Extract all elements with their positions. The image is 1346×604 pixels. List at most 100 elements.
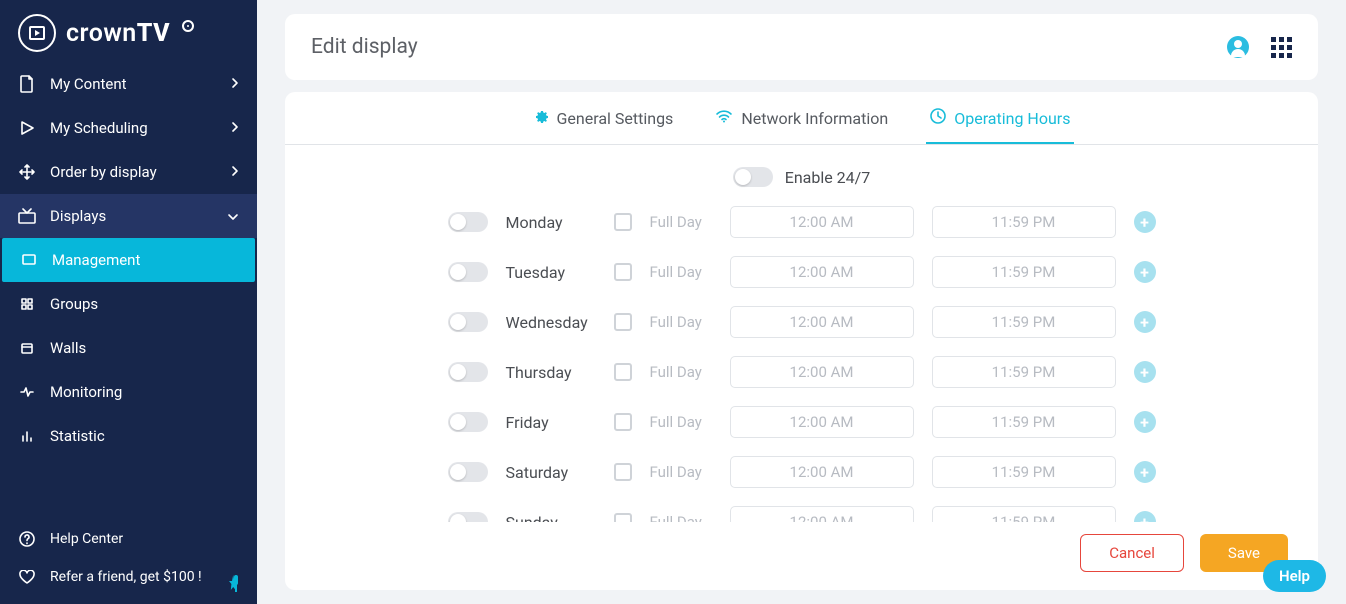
brand-logo[interactable]: crownTV <box>0 0 257 62</box>
add-time-range-button[interactable]: + <box>1134 361 1156 383</box>
enable-247-row: Enable 24/7 <box>285 157 1318 197</box>
logo-icon <box>18 14 56 52</box>
add-time-range-button[interactable]: + <box>1134 211 1156 233</box>
edit-display-panel: General Settings Network Information Ope… <box>285 92 1318 590</box>
fullday-checkbox[interactable] <box>614 513 632 522</box>
end-time-input[interactable] <box>932 206 1116 238</box>
document-icon <box>18 75 36 93</box>
end-time-input[interactable] <box>932 456 1116 488</box>
start-time-input[interactable] <box>730 356 914 388</box>
sidebar-footer: Help Center Refer a friend, get $100 ! <box>0 514 257 604</box>
day-row: SundayFull Day+ <box>285 497 1318 522</box>
tab-network-information[interactable]: Network Information <box>711 92 892 144</box>
start-time-input[interactable] <box>730 206 914 238</box>
page-title: Edit display <box>311 35 418 59</box>
add-time-range-button[interactable]: + <box>1134 411 1156 433</box>
day-enable-toggle[interactable] <box>448 412 488 432</box>
footer-label: Help Center <box>50 531 123 547</box>
play-icon <box>18 120 36 136</box>
start-time-input[interactable] <box>730 406 914 438</box>
refer-friend-link[interactable]: Refer a friend, get $100 ! <box>0 558 257 596</box>
chevron-down-icon <box>227 207 239 225</box>
day-enable-toggle[interactable] <box>448 212 488 232</box>
start-time-input[interactable] <box>730 506 914 522</box>
user-avatar-icon[interactable] <box>1227 36 1249 58</box>
start-time-input[interactable] <box>730 306 914 338</box>
day-name: Tuesday <box>506 263 596 282</box>
end-time-input[interactable] <box>932 506 1116 522</box>
day-name: Monday <box>506 213 596 232</box>
day-name: Wednesday <box>506 313 596 332</box>
sub-label: Statistic <box>50 427 105 445</box>
nav: My Content My Scheduling Order by displa… <box>0 62 257 514</box>
calendar-icon <box>18 342 36 354</box>
grid-small-icon <box>18 298 36 310</box>
chevron-right-icon <box>231 119 239 137</box>
sub-management[interactable]: Management <box>2 238 255 282</box>
nav-my-content[interactable]: My Content <box>0 62 257 106</box>
nav-label: Order by display <box>50 163 157 181</box>
day-row: ThursdayFull Day+ <box>285 347 1318 397</box>
add-time-range-button[interactable]: + <box>1134 511 1156 522</box>
form-actions: Cancel Save <box>285 522 1318 590</box>
chevron-right-icon <box>231 163 239 181</box>
fullday-checkbox[interactable] <box>614 213 632 231</box>
pin-icon[interactable] <box>229 575 243 598</box>
fullday-checkbox[interactable] <box>614 313 632 331</box>
day-enable-toggle[interactable] <box>448 462 488 482</box>
tabs: General Settings Network Information Ope… <box>285 92 1318 145</box>
page-header: Edit display <box>285 14 1318 80</box>
end-time-input[interactable] <box>932 306 1116 338</box>
add-time-range-button[interactable]: + <box>1134 261 1156 283</box>
fullday-checkbox[interactable] <box>614 263 632 281</box>
day-name: Friday <box>506 413 596 432</box>
enable-247-label: Enable 24/7 <box>785 168 871 187</box>
day-name: Thursday <box>506 363 596 382</box>
heart-icon <box>18 570 36 584</box>
cancel-button[interactable]: Cancel <box>1080 534 1184 572</box>
day-row: FridayFull Day+ <box>285 397 1318 447</box>
enable-247-toggle[interactable] <box>733 167 773 187</box>
day-enable-toggle[interactable] <box>448 362 488 382</box>
end-time-input[interactable] <box>932 356 1116 388</box>
tab-label: Operating Hours <box>954 109 1070 128</box>
help-widget[interactable]: Help <box>1263 560 1326 592</box>
start-time-input[interactable] <box>730 256 914 288</box>
fullday-checkbox[interactable] <box>614 413 632 431</box>
day-enable-toggle[interactable] <box>448 512 488 522</box>
tab-label: General Settings <box>557 109 674 128</box>
day-row: TuesdayFull Day+ <box>285 247 1318 297</box>
day-row: WednesdayFull Day+ <box>285 297 1318 347</box>
sub-label: Management <box>52 251 140 269</box>
add-time-range-button[interactable]: + <box>1134 461 1156 483</box>
end-time-input[interactable] <box>932 406 1116 438</box>
nav-label: My Scheduling <box>50 119 148 137</box>
sub-walls[interactable]: Walls <box>0 326 257 370</box>
day-enable-toggle[interactable] <box>448 312 488 332</box>
help-center-link[interactable]: Help Center <box>0 520 257 558</box>
fullday-label: Full Day <box>650 213 712 231</box>
activity-icon <box>18 387 36 397</box>
sub-monitoring[interactable]: Monitoring <box>0 370 257 414</box>
add-time-range-button[interactable]: + <box>1134 311 1156 333</box>
nav-my-scheduling[interactable]: My Scheduling <box>0 106 257 150</box>
end-time-input[interactable] <box>932 256 1116 288</box>
move-icon <box>18 164 36 180</box>
nav-label: Displays <box>50 207 106 225</box>
day-enable-toggle[interactable] <box>448 262 488 282</box>
apps-grid-icon[interactable] <box>1271 37 1292 58</box>
nav-order-by-display[interactable]: Order by display <box>0 150 257 194</box>
tab-general-settings[interactable]: General Settings <box>529 92 678 144</box>
chevron-right-icon <box>231 75 239 93</box>
main-content: Edit display General Settings Network In… <box>257 0 1346 604</box>
tab-operating-hours[interactable]: Operating Hours <box>926 92 1074 144</box>
sub-groups[interactable]: Groups <box>0 282 257 326</box>
nav-displays[interactable]: Displays <box>0 194 257 238</box>
day-row: SaturdayFull Day+ <box>285 447 1318 497</box>
fullday-checkbox[interactable] <box>614 363 632 381</box>
sub-label: Walls <box>50 339 86 357</box>
clock-icon <box>930 108 946 128</box>
start-time-input[interactable] <box>730 456 914 488</box>
fullday-checkbox[interactable] <box>614 463 632 481</box>
sub-statistic[interactable]: Statistic <box>0 414 257 458</box>
